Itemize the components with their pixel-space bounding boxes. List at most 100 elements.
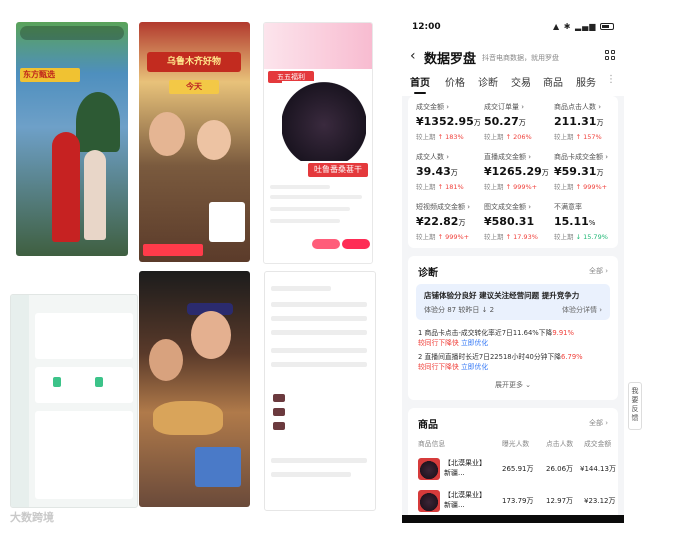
tabs-more-icon[interactable]: ⋮: [606, 74, 616, 85]
text-line: [271, 330, 367, 335]
metrics-card: 成交金额 › ¥1352.95万 较上期 ↑ 183% 成交订单量 › 50.2…: [408, 96, 618, 248]
amount-value: ¥23.12万: [584, 497, 616, 505]
mulberry-product-image: [282, 81, 366, 161]
metric-label: 商品卡成交金额 ›: [554, 153, 609, 161]
status-bar: 12:00 ▲ ✱ ▂▄▆: [412, 22, 614, 34]
goods-row[interactable]: 【北漠果业】新疆... 265.91万 26.06万 ¥144.13万: [408, 456, 618, 486]
metric-value: ¥1265.29万: [484, 165, 549, 178]
metric-label: 图文成交金额 ›: [484, 203, 532, 211]
chevron-left-icon[interactable]: ‹: [410, 48, 416, 64]
stage: 东方甄选 乌鲁木齐好物 今天 五五福利 吐鲁番桑葚干 大数跨境 12:00 ▲ …: [0, 0, 680, 533]
diagnosis-all-link[interactable]: 全部 ›: [589, 266, 608, 276]
tab-service[interactable]: 服务: [576, 74, 596, 89]
tree-image: [76, 92, 120, 152]
metric-compare: 较上期 ↓ 15.79%: [554, 233, 608, 241]
watermark-logo: 大数跨境: [10, 511, 54, 524]
metric-buyers[interactable]: 成交人数 › 39.43万 较上期 ↑ 181%: [416, 152, 482, 196]
text-line: [271, 472, 351, 477]
tab-trade[interactable]: 交易: [511, 74, 531, 89]
tab-diagnosis[interactable]: 诊断: [478, 74, 498, 89]
issue-item: 2 直播间直播时长近7日22518小时40分钟下降6.79% 较同行下降快 立即…: [418, 353, 583, 371]
naan-bread-image: [153, 401, 223, 435]
goods-all-link[interactable]: 全部 ›: [589, 418, 608, 428]
expand-more-button[interactable]: 展开更多 ⌄: [408, 380, 618, 390]
product-header: [264, 23, 372, 69]
score-detail-link[interactable]: 体验分详情 ›: [562, 305, 602, 315]
dashboard-screenshot: [10, 294, 138, 508]
metric-orders[interactable]: 成交订单量 › 50.27万 较上期 ↑ 206%: [484, 102, 550, 146]
metric-label: 直播成交金额 ›: [484, 153, 532, 161]
optimize-link[interactable]: 立即优化: [461, 363, 488, 371]
product-thumbnail: [418, 490, 440, 512]
metric-live-gmv[interactable]: 直播成交金额 › ¥1265.29万 较上期 ↑ 999%+: [484, 152, 550, 196]
tab-home[interactable]: 首页: [410, 74, 430, 94]
metric-label: 商品点击人数 ›: [554, 103, 602, 111]
optimize-link[interactable]: 立即优化: [461, 339, 488, 347]
metric-label: 成交人数 ›: [416, 153, 450, 161]
page-subtitle: 抖音电商数据，就用罗盘: [482, 54, 559, 62]
metric-label: 成交订单量 ›: [484, 103, 525, 111]
text-line: [271, 362, 367, 367]
metric-compare: 较上期 ↑ 206%: [484, 133, 532, 141]
metric-gmv[interactable]: 成交金额 › ¥1352.95万 较上期 ↑ 183%: [416, 102, 482, 146]
price-tag: [143, 244, 203, 256]
metric-video-gmv[interactable]: 短视频成交金额 › ¥22.82万 较上期 ↑ 999%+: [416, 202, 482, 246]
host-face: [149, 112, 185, 156]
clicks-value: 12.97万: [546, 497, 574, 505]
live-banner: 东方甄选: [20, 68, 80, 82]
data-page-screenshot: [264, 271, 376, 511]
goods-title: 商品: [418, 420, 438, 431]
host-figure: [52, 132, 80, 242]
tab-goods[interactable]: 商品: [543, 74, 563, 89]
product-name: 【北漠果业】新疆...: [444, 491, 483, 509]
tab-bar: 首页 价格 诊断 交易 商品 服务 ⋮: [402, 74, 624, 94]
column-header: 成交金额: [584, 440, 612, 448]
battery-icon: [600, 23, 614, 30]
metric-value: ¥1352.95万: [416, 115, 481, 128]
column-header: 点击人数: [546, 440, 574, 448]
dashboard-card: [35, 411, 133, 499]
goods-row[interactable]: 【北漠果业】新疆... 173.79万 12.97万 ¥23.12万: [408, 488, 618, 518]
metric-product-clicks[interactable]: 商品点击人数 › 211.31万 较上期 ↑ 157%: [554, 102, 620, 146]
text-line: [270, 207, 350, 211]
live-stream-screenshot-1: 东方甄选: [16, 22, 128, 256]
page-body: 成交金额 › ¥1352.95万 较上期 ↑ 183% 成交订单量 › 50.2…: [402, 96, 624, 523]
text-line: [271, 316, 367, 321]
dashboard-card: [35, 367, 133, 403]
product-thumb: [273, 394, 285, 402]
metric-compare: 较上期 ↑ 181%: [416, 183, 464, 191]
goods-card: 商品 全部 › 商品信息 曝光人数 点击人数 成交金额 【北漠果业】新疆... …: [408, 408, 618, 523]
cart-button: [312, 239, 340, 249]
experience-score-box[interactable]: 店铺体验分良好 建议关注经营问题 提升竞争力 体验分 87 较昨日 ↓ 2 体验…: [416, 284, 610, 320]
metric-label: 成交金额 ›: [416, 103, 450, 111]
metric-value: ¥580.31: [484, 215, 535, 228]
text-line: [271, 458, 367, 463]
metric-compare: 较上期 ↑ 157%: [554, 133, 602, 141]
page-title: 数据罗盘: [424, 52, 477, 67]
score-headline: 店铺体验分良好 建议关注经营问题 提升竞争力: [424, 291, 580, 300]
tab-price[interactable]: 价格: [445, 74, 465, 89]
host-face-2: [197, 120, 231, 160]
live-sign: 今天: [169, 80, 219, 94]
metric-image-gmv[interactable]: 图文成交金额 › ¥580.31 较上期 ↑ 17.93%: [484, 202, 550, 246]
product-package: [195, 447, 241, 487]
host-face-2: [149, 339, 183, 381]
feedback-side-tab[interactable]: 我要反馈: [628, 382, 642, 430]
product-label: 吐鲁番桑葚干: [308, 163, 368, 177]
apps-grid-icon[interactable]: [605, 50, 616, 61]
issue-item: 1 商品卡点击-成交转化率近7日11.64%下降9.91% 较同行下降快 立即优…: [418, 329, 574, 347]
text-line: [270, 219, 340, 223]
product-page-screenshot: 五五福利 吐鲁番桑葚干: [263, 22, 373, 264]
text-line: [271, 302, 367, 307]
metric-dissatisfaction[interactable]: 不满意率 15.11% 较上期 ↓ 15.79%: [554, 202, 620, 246]
phone-screen: 12:00 ▲ ✱ ▂▄▆ ‹ 数据罗盘 抖音电商数据，就用罗盘 首页 价格 诊…: [402, 14, 624, 523]
metric-value: 211.31万: [554, 115, 604, 128]
metric-value: ¥59.31万: [554, 165, 604, 178]
metric-label: 短视频成交金额 ›: [416, 203, 471, 211]
metric-card-gmv[interactable]: 商品卡成交金额 › ¥59.31万 较上期 ↑ 999%+: [554, 152, 620, 196]
metric-value: 15.11%: [554, 215, 596, 228]
home-indicator-bar: [402, 515, 624, 523]
app-header: ‹ 数据罗盘 抖音电商数据，就用罗盘: [402, 46, 624, 68]
metric-value: 39.43万: [416, 165, 458, 178]
product-thumb: [273, 408, 285, 416]
